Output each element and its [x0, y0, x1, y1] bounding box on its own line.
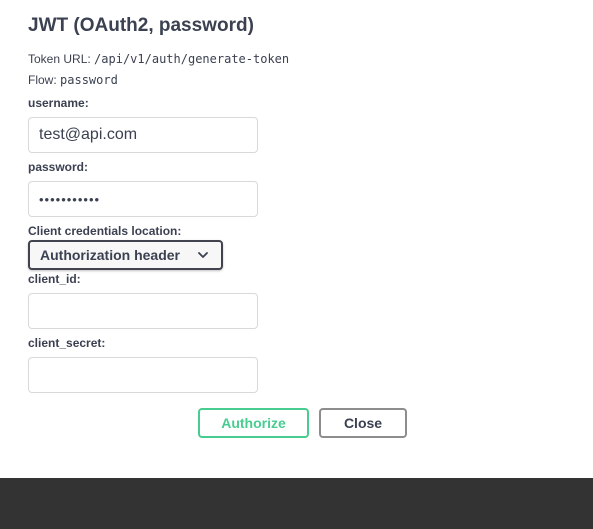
password-label: password:: [28, 160, 89, 174]
page-footer-bar: [0, 478, 593, 529]
token-url-row: Token URL: /api/v1/auth/generate-token: [28, 52, 289, 66]
client-credentials-location-label: Client credentials location:: [28, 224, 182, 238]
client-credentials-location-select[interactable]: Authorization header: [28, 240, 223, 270]
client-id-input[interactable]: [28, 293, 258, 329]
username-input[interactable]: [28, 117, 258, 153]
token-url-label: Token URL:: [28, 52, 91, 66]
close-button[interactable]: Close: [319, 408, 407, 438]
client-secret-label: client_secret:: [28, 336, 106, 350]
password-input[interactable]: [28, 181, 258, 217]
flow-value: password: [60, 73, 118, 87]
authorize-button[interactable]: Authorize: [198, 408, 309, 438]
client-secret-input[interactable]: [28, 357, 258, 393]
token-url-value: /api/v1/auth/generate-token: [94, 52, 290, 66]
authorization-dialog: JWT (OAuth2, password) Token URL: /api/v…: [0, 0, 593, 478]
dialog-title: JWT (OAuth2, password): [28, 15, 254, 36]
client-id-label: client_id:: [28, 272, 81, 286]
username-label: username:: [28, 96, 89, 110]
chevron-down-icon: [198, 252, 208, 258]
flow-row: Flow: password: [28, 73, 118, 87]
client-credentials-location-value: Authorization header: [40, 247, 181, 263]
flow-label: Flow:: [28, 73, 57, 87]
